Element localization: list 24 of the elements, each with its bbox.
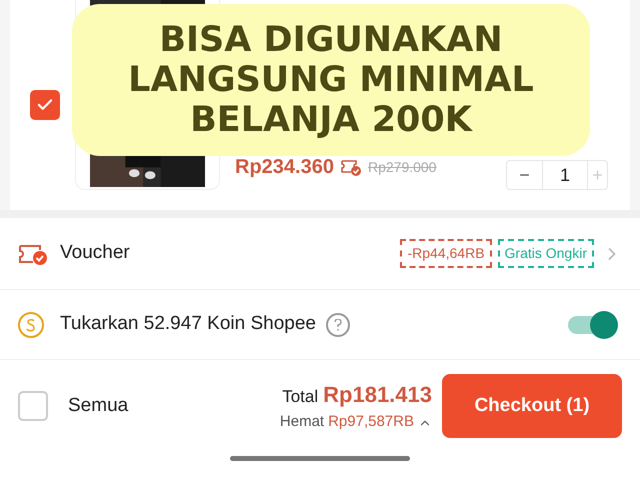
help-icon[interactable]	[326, 312, 350, 336]
original-price: Rp279.000	[368, 158, 436, 177]
voucher-label: Voucher	[60, 241, 130, 266]
banner-text: LANGSUNG MINIMAL	[128, 60, 534, 100]
decrease-button[interactable]: −	[507, 161, 543, 189]
banner-text: BELANJA 200K	[190, 100, 472, 140]
coins-toggle[interactable]	[568, 310, 618, 338]
select-all-label: Semua	[68, 394, 128, 418]
quantity-value: 1	[558, 164, 571, 186]
savings-amount: Rp97,587RB	[328, 412, 414, 432]
voucher-row[interactable]: Voucher -Rp44,64RB Gratis Ongkir	[0, 210, 640, 290]
select-all-checkbox[interactable]	[18, 391, 48, 421]
savings-label: Hemat	[280, 412, 324, 432]
checkout-button[interactable]: Checkout (1)	[442, 374, 622, 438]
voucher-tag: -Rp44,64RB	[400, 239, 492, 268]
total-amount: Rp181.413	[323, 381, 432, 410]
voucher-tag: Gratis Ongkir	[498, 239, 594, 268]
item-checkbox[interactable]	[30, 90, 60, 120]
product-price: Rp234.360	[235, 155, 334, 180]
total-label: Total	[282, 386, 318, 408]
banner-text: BISA DIGUNAKAN	[159, 20, 503, 60]
voucher-check-icon	[340, 158, 362, 176]
coins-label: Tukarkan 52.947 Koin Shopee	[60, 312, 316, 336]
coin-icon	[18, 312, 44, 338]
